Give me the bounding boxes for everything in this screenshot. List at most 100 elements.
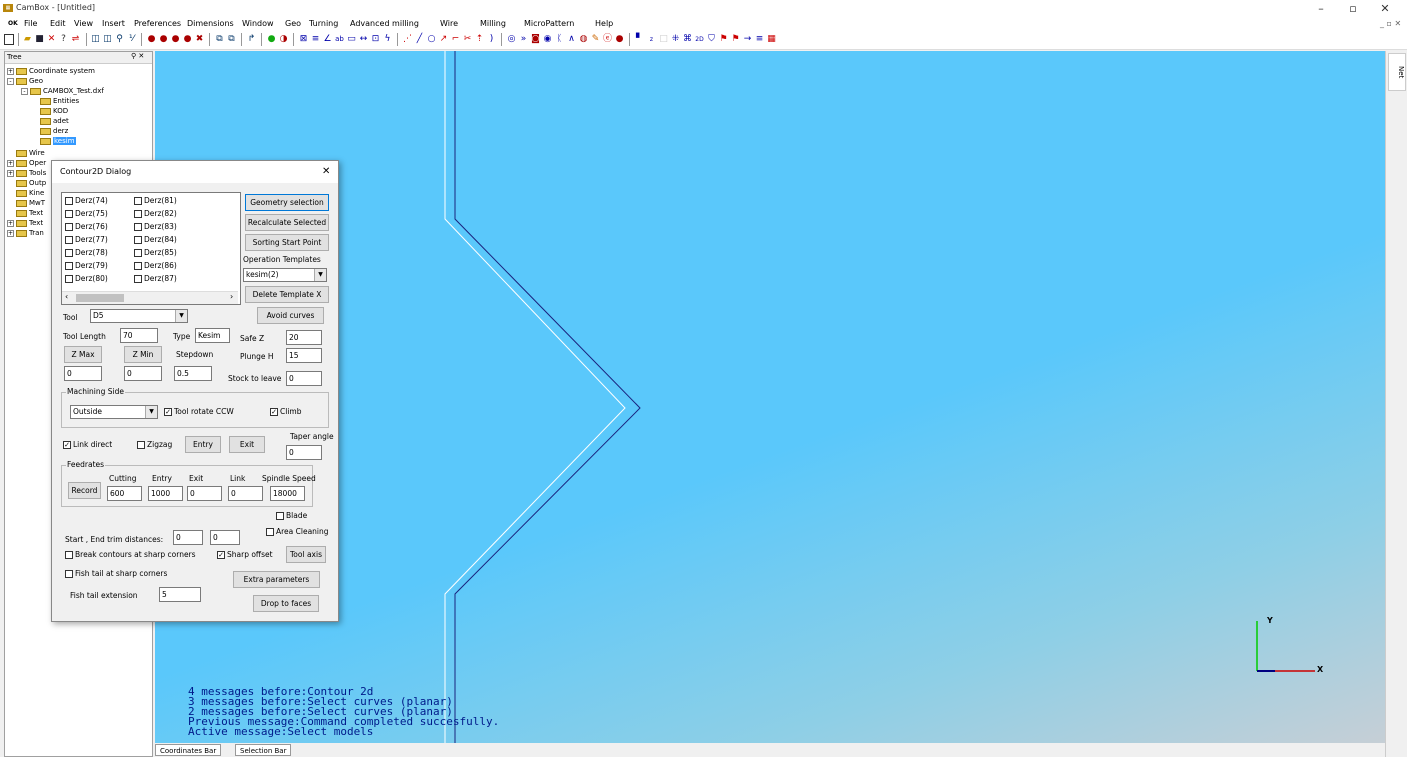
menu-micropattern[interactable]: MicroPattern: [524, 19, 574, 28]
drop-to-faces-button[interactable]: Drop to faces: [253, 595, 319, 612]
equals-icon[interactable]: ≡: [310, 34, 321, 45]
blade-checkbox[interactable]: Blade: [276, 511, 307, 521]
tree-item-tran[interactable]: + Tran: [7, 228, 44, 238]
tree-item-outp[interactable]: Outp: [7, 178, 46, 188]
lightning-icon[interactable]: ϟ: [382, 34, 393, 45]
net-tab[interactable]: Net: [1388, 53, 1406, 91]
curve-checkbox[interactable]: Derz(87): [134, 274, 177, 284]
curve-checkbox[interactable]: Derz(78): [65, 248, 108, 258]
spindle-speed-input[interactable]: 18000: [270, 486, 305, 501]
line-icon[interactable]: ╱: [414, 34, 425, 45]
collapse-icon[interactable]: -: [7, 77, 14, 85]
blank-icon[interactable]: □: [658, 34, 669, 45]
exit-feed-input[interactable]: 0: [187, 486, 222, 501]
open-folder-icon[interactable]: ▰: [22, 34, 33, 45]
new-file-icon[interactable]: [4, 34, 14, 45]
menu-dimensions[interactable]: Dimensions: [187, 19, 234, 28]
angle-icon[interactable]: ∠: [322, 34, 333, 45]
tree-item-oper[interactable]: + Oper: [7, 158, 46, 168]
tree-item-text[interactable]: Text: [7, 208, 43, 218]
climb-checkbox[interactable]: ✓ Climb: [270, 407, 301, 417]
flag-icon[interactable]: ⚑: [718, 34, 729, 45]
dimension-icon[interactable]: ↔: [358, 34, 369, 45]
tree-pin-close[interactable]: ⚲ ✕: [131, 52, 144, 60]
tree-item-kod[interactable]: KOD: [40, 106, 68, 116]
save-icon[interactable]: ■: [34, 34, 45, 45]
green-sphere-icon[interactable]: ●: [266, 34, 277, 45]
stock-to-leave-input[interactable]: 0: [286, 371, 322, 386]
operation-template-select[interactable]: kesim(2) ▼: [243, 268, 327, 282]
expand-icon[interactable]: +: [7, 67, 14, 75]
curve-checkbox[interactable]: Derz(86): [134, 261, 177, 271]
menu-window[interactable]: Window: [242, 19, 274, 28]
transform-icon[interactable]: ⌘: [682, 34, 693, 45]
menu-view[interactable]: View: [74, 19, 93, 28]
z-max-input[interactable]: 0: [64, 366, 102, 381]
curve-checkbox[interactable]: Derz(83): [134, 222, 177, 232]
expand-icon[interactable]: +: [7, 169, 14, 177]
contour-icon[interactable]: ◍: [578, 34, 589, 45]
close-button[interactable]: ✕: [1370, 0, 1400, 17]
geometry-selection-button[interactable]: Geometry selection: [245, 194, 329, 211]
pocket-icon[interactable]: ◙: [530, 34, 541, 45]
fish-tail-extension-input[interactable]: 5: [159, 587, 201, 602]
menu-edit[interactable]: Edit: [50, 19, 66, 28]
tree-item-coordinate-system[interactable]: + Coordinate system: [7, 66, 95, 76]
grid-icon[interactable]: ⁜: [670, 34, 681, 45]
tree-item-wire[interactable]: Wire: [7, 148, 45, 158]
expand-icon[interactable]: +: [7, 159, 14, 167]
cutting-feed-input[interactable]: 600: [107, 486, 142, 501]
arc-icon[interactable]: ↗: [438, 34, 449, 45]
text-ab-icon[interactable]: ab: [334, 34, 345, 45]
menu-advanced-milling[interactable]: Advanced milling: [350, 19, 419, 28]
zigzag-checkbox[interactable]: Zigzag: [137, 440, 172, 450]
arrow-right-icon[interactable]: →: [742, 34, 753, 45]
view-front-icon[interactable]: ◫: [90, 34, 101, 45]
drill-icon[interactable]: ◉: [542, 34, 553, 45]
tree-item-geo[interactable]: - Geo: [7, 76, 43, 86]
extend-icon[interactable]: ⇡: [474, 34, 485, 45]
mdi-controls[interactable]: _ ▫ ✕: [1380, 19, 1401, 28]
curve-checkbox[interactable]: Derz(82): [134, 209, 177, 219]
2d-icon[interactable]: 2D: [694, 34, 705, 45]
shade-icon-2[interactable]: ●: [158, 34, 169, 45]
expand-icon[interactable]: +: [7, 219, 14, 227]
break-icon[interactable]: ): [486, 34, 497, 45]
taper-angle-input[interactable]: 0: [286, 445, 322, 460]
shade-icon-1[interactable]: ●: [146, 34, 157, 45]
tool-length-input[interactable]: 70: [120, 328, 158, 343]
curve-checkbox[interactable]: Derz(84): [134, 235, 177, 245]
scroll-left-icon[interactable]: ‹: [65, 292, 68, 301]
delete-icon[interactable]: ✕: [46, 34, 57, 45]
machining-side-select[interactable]: Outside ▼: [70, 405, 158, 419]
menu-logo-icon[interactable]: OK: [8, 20, 18, 27]
measure-icon[interactable]: ⅟: [126, 34, 137, 45]
z-min-button[interactable]: Z Min: [124, 346, 162, 363]
pen-icon[interactable]: ✎: [590, 34, 601, 45]
shade-icon-3[interactable]: ●: [170, 34, 181, 45]
record-button[interactable]: Record: [68, 482, 101, 499]
window-tile-icon[interactable]: ⧉: [214, 34, 225, 45]
tree-item-text-2[interactable]: + Text: [7, 218, 43, 228]
menu-help[interactable]: Help: [595, 19, 613, 28]
fish-tail-checkbox[interactable]: Fish tail at sharp corners: [65, 569, 167, 579]
tree-item-adet[interactable]: adet: [40, 116, 69, 126]
offset-icon[interactable]: ◎: [506, 34, 517, 45]
dialog-close-button[interactable]: ✕: [322, 166, 330, 177]
tree-item-derz[interactable]: derz: [40, 126, 68, 136]
engrave-icon[interactable]: ᛕ: [554, 34, 565, 45]
view-top-icon[interactable]: ◫: [102, 34, 113, 45]
curve-checkbox[interactable]: Derz(77): [65, 235, 108, 245]
points-icon[interactable]: ⋰: [402, 34, 413, 45]
circle-icon[interactable]: ○: [426, 34, 437, 45]
collapse-icon[interactable]: -: [21, 87, 28, 95]
trim-end-input[interactable]: 0: [210, 530, 240, 545]
link-direct-checkbox[interactable]: ✓ Link direct: [63, 440, 112, 450]
sharp-offset-checkbox[interactable]: ✓ Sharp offset: [217, 550, 273, 560]
trim-icon[interactable]: ✂: [462, 34, 473, 45]
entry-feed-input[interactable]: 1000: [148, 486, 183, 501]
trim-start-input[interactable]: 0: [173, 530, 203, 545]
type-input[interactable]: Kesim: [195, 328, 230, 343]
pointer-icon[interactable]: ↱: [246, 34, 257, 45]
window-cascade-icon[interactable]: ⧉: [226, 34, 237, 45]
